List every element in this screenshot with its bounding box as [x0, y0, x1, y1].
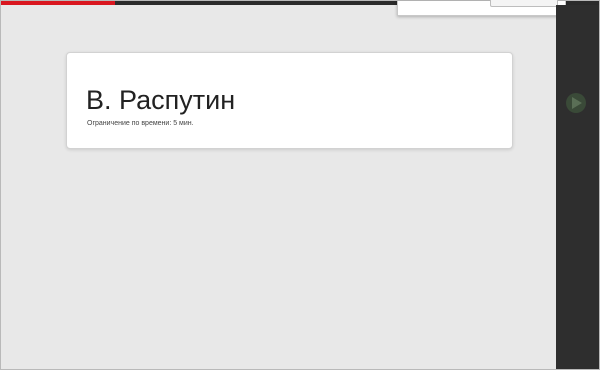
content-card: В. Распутин Ограничение по времени: 5 ми…	[66, 52, 513, 149]
play-icon	[572, 97, 582, 109]
play-button[interactable]	[566, 93, 586, 113]
dropdown-popup	[397, 0, 566, 16]
side-panel	[556, 5, 599, 369]
popup-button[interactable]	[490, 0, 558, 7]
time-limit-text: Ограничение по времени: 5 мин.	[87, 120, 194, 127]
page-title: В. Распутин	[86, 85, 236, 115]
progress-fill	[1, 1, 115, 5]
